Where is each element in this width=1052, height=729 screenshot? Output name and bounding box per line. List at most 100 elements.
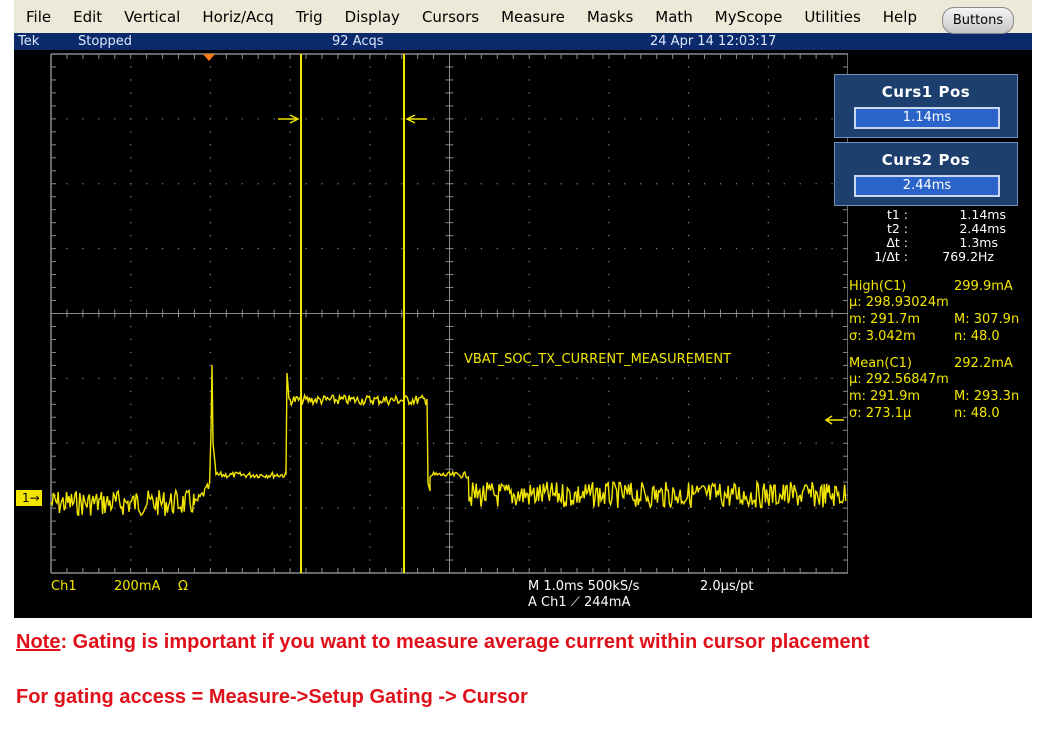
meas-high-value: 299.9mA — [954, 279, 1013, 294]
meas-mean-value: 292.2mA — [954, 356, 1013, 371]
grid-dot — [130, 170, 132, 172]
buttons-button[interactable]: Buttons — [942, 7, 1014, 34]
grid-dot — [799, 507, 801, 509]
grid-dot — [688, 325, 690, 328]
grid-dot — [544, 183, 546, 185]
menu-display[interactable]: Display — [333, 8, 410, 26]
grid-dot — [656, 248, 658, 250]
grid-dot — [369, 377, 371, 379]
grid-dot — [496, 248, 498, 250]
gating-note: Note: Gating is important if you want to… — [16, 631, 870, 654]
grid-dot — [672, 183, 674, 185]
timebase-readout: M 1.0ms 500kS/s — [528, 579, 640, 594]
menu-help[interactable]: Help — [871, 8, 927, 26]
grid-dot — [608, 403, 610, 405]
grid-dot — [369, 559, 371, 561]
grid-dot — [480, 118, 482, 120]
grid-dot — [225, 248, 227, 250]
menu-utilities[interactable]: Utilities — [792, 8, 870, 26]
grid-dot — [432, 442, 435, 444]
grid-dot — [767, 105, 769, 107]
grid-dot — [799, 377, 801, 379]
grid-dot — [401, 118, 403, 120]
grid-dot — [831, 442, 833, 444]
grid-dot — [289, 559, 291, 561]
menu-myscope[interactable]: MyScope — [703, 8, 793, 26]
grid-dot — [130, 364, 132, 366]
grid-dot — [289, 325, 291, 328]
curs1-panel[interactable]: Curs1 Pos 1.14ms — [834, 74, 1018, 138]
grid-dot — [703, 248, 706, 250]
menu-trig[interactable]: Trig — [284, 8, 333, 26]
grid-dot — [624, 442, 626, 444]
meas-mean-min: m: 291.9m — [849, 389, 921, 404]
grid-dot — [289, 351, 291, 354]
grid-dot — [719, 183, 722, 185]
grid-dot — [146, 377, 148, 379]
menu-masks[interactable]: Masks — [575, 8, 643, 26]
grid-dot — [767, 157, 769, 159]
grid-dot — [656, 118, 658, 120]
grid-dot — [385, 183, 387, 185]
grid-dot — [289, 170, 291, 172]
grid-dot — [353, 377, 355, 379]
grid-dot — [767, 403, 769, 405]
grid-dot — [337, 183, 339, 185]
grid-dot — [608, 118, 610, 120]
grid-dot — [624, 377, 626, 379]
grid-dot — [688, 533, 690, 535]
grid-dot — [480, 248, 482, 250]
ch1-marker[interactable]: 1→ — [16, 490, 42, 506]
grid-dot — [289, 390, 291, 392]
menu-horiz-acq[interactable]: Horiz/Acq — [190, 8, 283, 26]
menu-vertical[interactable]: Vertical — [112, 8, 190, 26]
grid-dot — [688, 79, 690, 81]
grid-dot — [177, 248, 180, 250]
grid-dot — [369, 403, 371, 405]
grid-dot — [656, 442, 658, 444]
grid-dot — [528, 286, 530, 289]
grid-dot — [337, 377, 339, 379]
grid-dot — [130, 222, 132, 224]
grid-dot — [98, 183, 100, 185]
curs1-title: Curs1 Pos — [881, 83, 971, 101]
grid-dot — [608, 559, 610, 561]
grid-dot — [369, 533, 371, 535]
trigger-readout: A Ch1 ⟋ 244mA — [528, 595, 631, 610]
menu-file[interactable]: File — [14, 8, 61, 26]
curs2-panel[interactable]: Curs2 Pos 2.44ms — [834, 142, 1018, 206]
grid-dot — [703, 507, 706, 509]
grid-dot — [528, 144, 530, 146]
grid-dot — [512, 183, 514, 185]
grid-dot — [369, 416, 371, 418]
grid-dot — [783, 377, 785, 379]
grid-dot — [608, 520, 610, 522]
grid-dot — [815, 118, 817, 120]
grid-dot — [528, 520, 530, 522]
grid-dot — [608, 144, 610, 146]
menu-cursors[interactable]: Cursors — [410, 8, 489, 26]
grid-dot — [369, 118, 371, 120]
grid-dot — [289, 66, 291, 68]
grid-dot — [608, 533, 610, 535]
grid-dot — [767, 261, 769, 263]
grid-dot — [369, 507, 371, 509]
menu-measure[interactable]: Measure — [489, 8, 575, 26]
grid-dot — [337, 507, 339, 509]
grid-dot — [512, 377, 514, 379]
grid-dot — [767, 416, 769, 418]
grid-dot — [369, 546, 371, 548]
grid-dot — [688, 248, 690, 250]
grid-dot — [257, 507, 259, 509]
grid-dot — [289, 416, 291, 418]
curs2-value-field[interactable]: 2.44ms — [854, 175, 1000, 197]
grid-dot — [688, 261, 690, 263]
readout-t1-label: t1 : — [886, 207, 908, 222]
menu-edit[interactable]: Edit — [61, 8, 112, 26]
meas-high-count: n: 48.0 — [954, 329, 1000, 344]
curs1-value-field[interactable]: 1.14ms — [854, 107, 1000, 129]
grid-dot — [209, 131, 211, 133]
meas-high-mean: µ: 298.93024m — [849, 295, 949, 310]
grid-dot — [767, 546, 769, 548]
menu-math[interactable]: Math — [643, 8, 703, 26]
